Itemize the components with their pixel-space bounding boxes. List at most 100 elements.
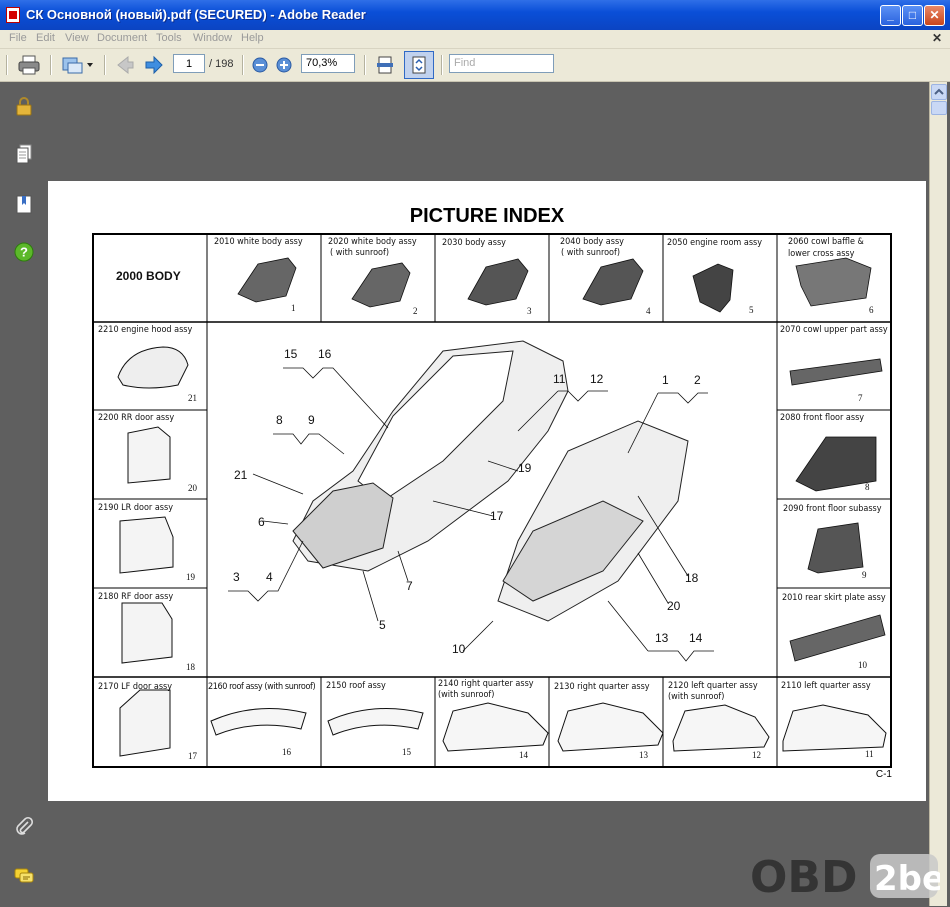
top-cell-label2: ( with sunroof) [561, 248, 621, 258]
callout-number: 7 [406, 579, 413, 593]
left-cell-label: 2210 engine hood assy [98, 325, 193, 335]
previous-page-icon[interactable] [114, 54, 136, 76]
right-cell-num: 8 [865, 482, 870, 492]
select-tool-icon[interactable] [60, 54, 94, 76]
callout-number: 4 [266, 570, 273, 584]
top-cell-num: 2 [413, 306, 418, 316]
obd2be-logo-icon: OBD 2be [750, 852, 945, 903]
right-cell-label: 2080 front floor assy [780, 413, 865, 423]
zoom-in-icon[interactable] [275, 54, 293, 76]
zoom-out-icon[interactable] [251, 54, 269, 76]
pdf-app-icon [6, 7, 20, 23]
print-icon[interactable] [17, 54, 41, 76]
vertical-scrollbar[interactable] [929, 82, 947, 906]
navigation-pane: ? [0, 82, 48, 906]
callout-number: 12 [590, 372, 604, 386]
watermark-logo: OBD 2be [750, 850, 945, 903]
find-input[interactable]: Find [449, 54, 554, 73]
top-cell-label: 2010 white body assy [214, 237, 303, 247]
menu-help[interactable]: Help [241, 32, 264, 44]
top-cell-label2: lower cross assy [788, 249, 855, 259]
menu-window[interactable]: Window [193, 32, 232, 44]
callout-number: 1 [662, 373, 669, 387]
comments-icon[interactable] [14, 866, 34, 886]
fit-page-button[interactable] [404, 51, 434, 79]
title-bar: СК Основной (новый).pdf (SECURED) - Adob… [0, 0, 950, 30]
top-cell-num: 1 [291, 303, 296, 313]
top-cell-num: 5 [749, 305, 754, 315]
left-cell-label: 2180 RF door assy [98, 592, 174, 602]
callout-number: 11 [553, 372, 566, 386]
bottom-cell-label: 2110 left quarter assy [781, 681, 871, 691]
callout-number: 16 [318, 347, 332, 361]
callout-number: 17 [490, 509, 504, 523]
scroll-thumb[interactable] [931, 101, 947, 115]
left-cell-num: 21 [188, 393, 197, 403]
svg-text:?: ? [20, 245, 28, 260]
bottom-cell-num: 16 [282, 747, 291, 757]
bottom-cell-label: 2160 roof assy (with sunroof) [208, 682, 316, 692]
top-cell-num: 6 [869, 305, 874, 315]
bottom-cell-label2: (with sunroof) [438, 690, 495, 700]
chevron-up-icon [934, 88, 944, 95]
pages-icon[interactable] [14, 144, 34, 164]
callout-number: 15 [284, 347, 298, 361]
left-cell-label: 2200 RR door assy [98, 413, 175, 423]
scroll-up-button[interactable] [931, 84, 947, 100]
bottom-cell-label: 2120 left quarter assy [668, 681, 758, 691]
menu-view[interactable]: View [65, 32, 89, 44]
top-cell-num: 3 [527, 306, 532, 316]
top-cell-label2: ( with sunroof) [330, 248, 390, 258]
bottom-cell-num: 11 [865, 749, 874, 759]
fit-width-icon[interactable] [374, 54, 396, 76]
page-code: C-1 [875, 769, 892, 780]
menu-edit[interactable]: Edit [36, 32, 55, 44]
callout-number: 21 [234, 468, 248, 482]
lock-icon[interactable] [14, 96, 34, 116]
left-cell-num: 18 [186, 662, 195, 672]
fit-page-icon [412, 56, 426, 74]
pdf-page: PICTURE INDEX 2000 BODY 2010 white body … [48, 181, 926, 801]
bottom-cell-label: 2170 LF door assy [98, 682, 173, 692]
top-cell-label: 2060 cowl baffle & [788, 237, 864, 247]
minimize-button[interactable]: _ [880, 5, 901, 26]
menu-document[interactable]: Document [97, 32, 147, 44]
menu-file[interactable]: File [9, 32, 27, 44]
top-cell-label: 2030 body assy [442, 238, 506, 248]
callout-number: 20 [667, 599, 681, 613]
bottom-cell-num: 12 [752, 750, 761, 760]
callout-number: 13 [655, 631, 669, 645]
right-cell-label: 2070 cowl upper part assy [780, 325, 888, 335]
left-cell-label: 2190 LR door assy [98, 503, 174, 513]
bottom-cell-num: 14 [519, 750, 528, 760]
close-button[interactable]: ✕ [924, 5, 945, 26]
page-number-input[interactable]: 1 [173, 54, 205, 73]
maximize-button[interactable]: □ [902, 5, 923, 26]
menu-tools[interactable]: Tools [156, 32, 182, 44]
attachment-icon[interactable] [14, 816, 34, 836]
callout-number: 10 [452, 642, 466, 656]
page-total: / 198 [209, 58, 234, 70]
right-cell-label: 2010 rear skirt plate assy [782, 593, 886, 603]
next-page-icon[interactable] [143, 54, 165, 76]
right-cell-label: 2090 front floor subassy [783, 504, 882, 514]
callout-number: 5 [379, 618, 386, 632]
bottom-cell-label2: (with sunroof) [668, 692, 725, 702]
bottom-cell-num: 13 [639, 750, 648, 760]
top-cell-label: 2050 engine room assy [667, 238, 763, 248]
bottom-cell-num: 15 [402, 747, 411, 757]
help-icon[interactable]: ? [14, 242, 34, 262]
bookmarks-icon[interactable] [14, 194, 34, 214]
zoom-input[interactable]: 70,3% [301, 54, 355, 73]
callout-number: 19 [518, 461, 532, 475]
right-cell-num: 9 [862, 570, 867, 580]
window-title: СК Основной (новый).pdf (SECURED) - Adob… [26, 7, 366, 22]
callout-number: 3 [233, 570, 240, 584]
top-cell-label: 2020 white body assy [328, 237, 417, 247]
callout-number: 8 [276, 413, 283, 427]
bottom-cell-num: 17 [188, 751, 197, 761]
left-cell-num: 19 [186, 572, 195, 582]
top-cell-num: 4 [646, 306, 651, 316]
document-close-icon[interactable]: ✕ [932, 31, 942, 45]
bottom-cell-label: 2150 roof assy [326, 681, 386, 691]
